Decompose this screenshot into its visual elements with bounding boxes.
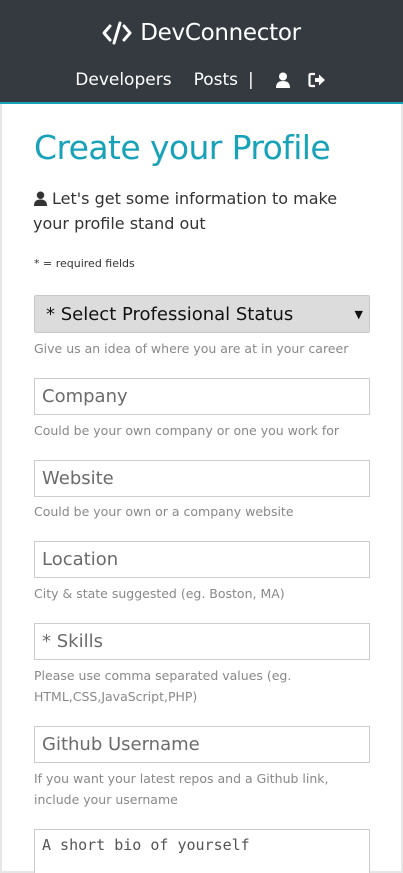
- location-input[interactable]: [42, 542, 369, 577]
- github-hint: If you want your latest repos and a Gith…: [34, 771, 329, 807]
- professional-status-value: * Select Professional Status: [46, 303, 294, 325]
- skills-input[interactable]: [42, 624, 369, 659]
- required-note: * = required fields: [34, 257, 135, 270]
- lead-label: Let's get some information to make your …: [33, 189, 338, 233]
- nav-link-posts[interactable]: Posts: [194, 70, 238, 90]
- nav-separator: |: [248, 70, 254, 90]
- company-field[interactable]: [34, 378, 370, 415]
- location-field[interactable]: [34, 541, 370, 578]
- github-username-input[interactable]: [42, 727, 369, 762]
- location-hint: City & state suggested (eg. Boston, MA): [34, 586, 285, 601]
- page-title: Create your Profile: [34, 128, 331, 167]
- status-hint: Give us an idea of where you are at in y…: [34, 341, 349, 356]
- bio-field[interactable]: [34, 829, 370, 873]
- website-hint: Could be your own or a company website: [34, 504, 294, 519]
- user-icon: [33, 188, 48, 206]
- code-icon: [102, 18, 132, 48]
- navbar: DevConnector Developers Posts |: [0, 0, 403, 104]
- brand-logo[interactable]: DevConnector: [0, 16, 403, 50]
- caret-down-icon: ▼: [354, 308, 363, 321]
- website-field[interactable]: [34, 460, 370, 497]
- company-hint: Could be your own company or one you wor…: [34, 423, 340, 438]
- website-input[interactable]: [42, 461, 369, 496]
- github-field[interactable]: [34, 726, 370, 763]
- user-icon[interactable]: [272, 69, 294, 91]
- skills-hint: Please use comma separated values (eg. H…: [34, 668, 292, 704]
- nav-link-developers[interactable]: Developers: [75, 70, 171, 90]
- nav-links: Developers Posts |: [0, 66, 403, 94]
- sign-out-icon[interactable]: [306, 69, 328, 91]
- lead-text: Let's get some information to make your …: [33, 186, 378, 236]
- skills-field[interactable]: [34, 623, 370, 660]
- bio-textarea[interactable]: [42, 836, 362, 867]
- professional-status-select[interactable]: * Select Professional Status ▼: [34, 295, 370, 333]
- brand-name: DevConnector: [140, 20, 301, 46]
- company-input[interactable]: [42, 379, 369, 414]
